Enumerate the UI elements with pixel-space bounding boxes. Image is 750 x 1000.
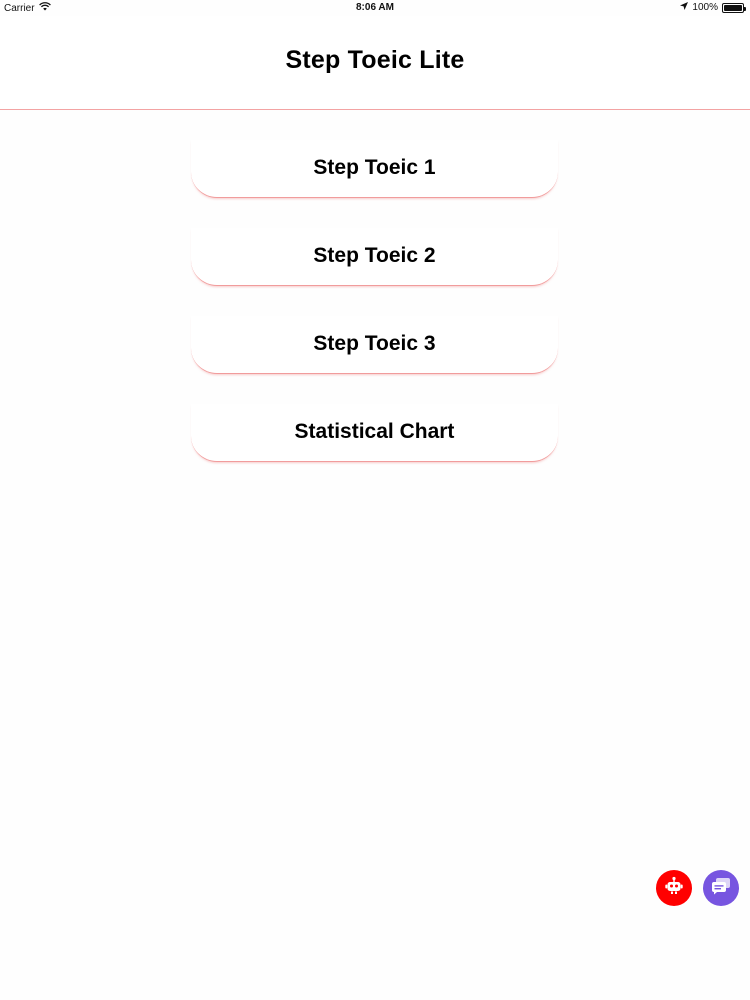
chat-icon (711, 877, 731, 900)
status-right: 100% (680, 2, 746, 13)
chat-button[interactable] (703, 870, 739, 906)
robot-icon (664, 876, 684, 901)
step-toeic-1-button[interactable]: Step Toeic 1 (191, 140, 558, 198)
robot-assistant-button[interactable] (656, 870, 692, 906)
main-menu: Step Toeic 1 Step Toeic 2 Step Toeic 3 S… (191, 140, 558, 492)
step-toeic-2-label: Step Toeic 2 (313, 244, 436, 267)
battery-percent: 100% (692, 2, 718, 13)
navigation-bar: Step Toeic Lite (0, 16, 750, 110)
status-bar: Carrier 8:06 AM 100% (0, 0, 750, 16)
page-title: Step Toeic Lite (285, 46, 465, 74)
battery-icon (722, 2, 746, 13)
step-toeic-3-label: Step Toeic 3 (313, 332, 436, 355)
status-time: 8:06 AM (356, 2, 394, 13)
location-arrow-icon (680, 2, 689, 13)
statistical-chart-label: Statistical Chart (294, 420, 455, 443)
step-toeic-2-button[interactable]: Step Toeic 2 (191, 228, 558, 286)
step-toeic-1-label: Step Toeic 1 (313, 156, 436, 179)
statistical-chart-button[interactable]: Statistical Chart (191, 404, 558, 462)
step-toeic-3-button[interactable]: Step Toeic 3 (191, 316, 558, 374)
battery-level (724, 4, 742, 11)
